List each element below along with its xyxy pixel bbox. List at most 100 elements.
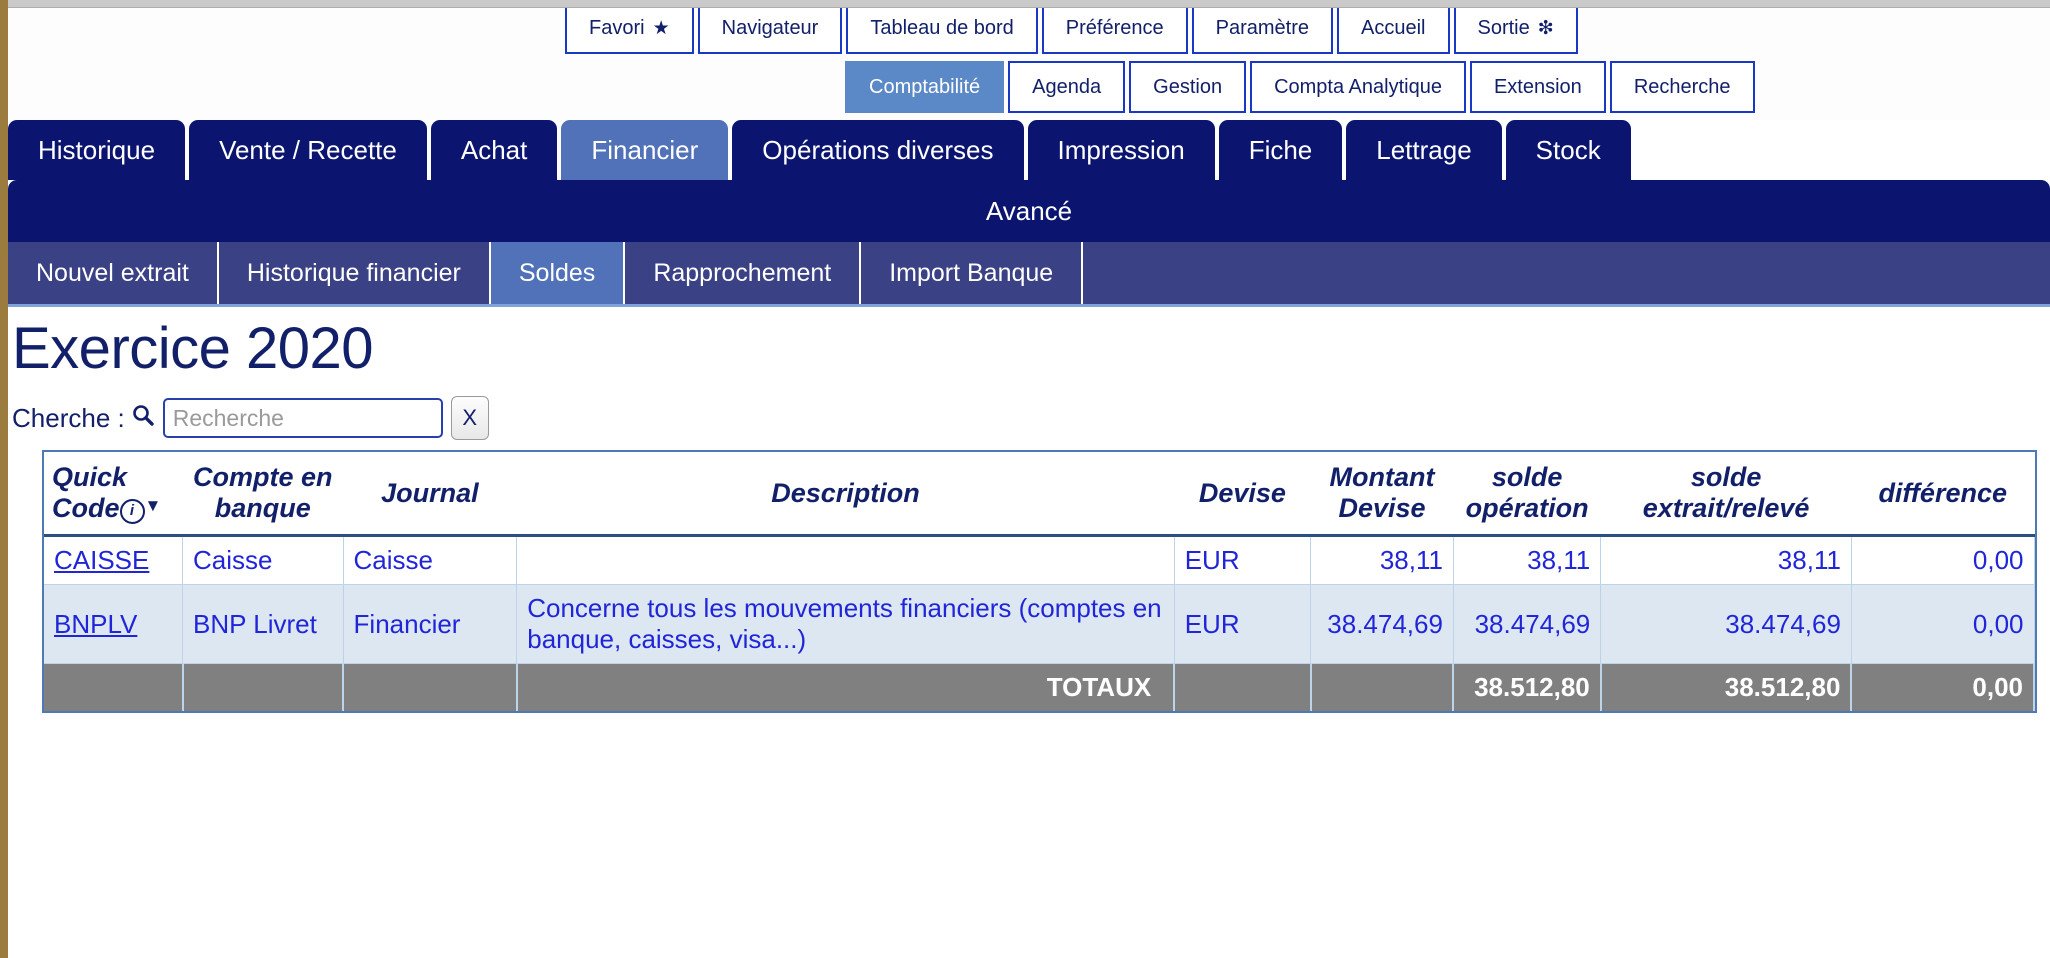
nav-label: Vente / Recette	[219, 134, 397, 165]
top-menu-item-parametre[interactable]: Paramètre	[1191, 2, 1334, 54]
chevron-down-icon[interactable]: ▼	[145, 496, 162, 515]
top-menu-label: Navigateur	[721, 16, 819, 39]
avance-bar[interactable]: Avancé	[8, 180, 2050, 242]
exit-icon: ❇	[1537, 17, 1554, 39]
column-header-label: solde extrait/relevé	[1642, 462, 1810, 523]
totals-label: TOTAUX	[516, 663, 1176, 711]
column-header-label: Montant Devise	[1329, 462, 1435, 523]
table-row[interactable]: BNPLV BNP Livret Financier Concerne tous…	[44, 584, 2035, 664]
column-header-description[interactable]: Description	[516, 452, 1175, 537]
subnav-label: Historique financier	[246, 258, 461, 287]
column-header-label: Devise	[1198, 477, 1286, 508]
subnav-item-historique-financier[interactable]: Historique financier	[218, 242, 491, 304]
cell-devise: EUR	[1174, 584, 1312, 664]
cell-solde-operation: 38.474,69	[1453, 584, 1602, 664]
column-header-quick-code[interactable]: Quick Code i ▼	[44, 452, 183, 537]
top-menu-label: Préférence	[1065, 16, 1164, 39]
info-icon[interactable]: i	[119, 499, 145, 524]
top-menu-item-tableau-de-bord[interactable]: Tableau de bord	[846, 2, 1038, 54]
clear-search-button[interactable]: X	[450, 396, 489, 440]
subnav-item-nouvel-extrait[interactable]: Nouvel extrait	[8, 242, 219, 304]
column-header-compte-en-banque[interactable]: Compte en banque	[182, 452, 344, 537]
window-left-edge	[0, 0, 8, 958]
totals-empty-montant-devise	[1310, 663, 1455, 711]
top-menu-item-accueil[interactable]: Accueil	[1337, 2, 1450, 54]
page-title: Exercice 2020	[12, 316, 374, 381]
top-menu-item-agenda[interactable]: Agenda	[1008, 61, 1126, 113]
column-header-label: Compte en banque	[193, 462, 333, 523]
column-header-label: Journal	[381, 477, 479, 508]
nav-item-financier[interactable]: Financier	[561, 120, 729, 180]
top-menu-label: Sortie	[1477, 16, 1530, 39]
star-icon: ★	[652, 17, 670, 39]
search-bar: Cherche : X	[12, 396, 2050, 440]
cell-montant-devise: 38,11	[1310, 535, 1454, 585]
nav-label: Achat	[460, 134, 528, 165]
column-header-montant-devise[interactable]: Montant Devise	[1310, 452, 1454, 537]
column-header-solde-operation[interactable]: solde opération	[1453, 452, 1601, 537]
table-row[interactable]: CAISSE Caisse Caisse EUR 38,11 38,11 38,…	[44, 535, 2035, 585]
nav-item-stock[interactable]: Stock	[1505, 120, 1631, 180]
search-label: Cherche :	[12, 402, 125, 433]
column-header-journal[interactable]: Journal	[343, 452, 517, 537]
main-navigation-bar: Historique Vente / Recette Achat Financi…	[0, 120, 2050, 180]
column-header-solde-extrait[interactable]: solde extrait/relevé	[1600, 452, 1852, 537]
column-header-devise[interactable]: Devise	[1174, 452, 1311, 537]
column-header-difference[interactable]: différence	[1851, 452, 2034, 537]
nav-item-fiche[interactable]: Fiche	[1218, 120, 1343, 180]
subnav-label: Rapprochement	[653, 258, 832, 287]
subnav-label: Import Banque	[889, 258, 1054, 287]
cell-solde-operation: 38,11	[1453, 535, 1602, 585]
top-menu-item-sortie[interactable]: Sortie ❇	[1453, 2, 1578, 54]
avance-label: Avancé	[985, 195, 1073, 226]
top-menu-item-favori[interactable]: Favori ★	[565, 2, 694, 54]
top-menu-item-gestion[interactable]: Gestion	[1129, 61, 1247, 113]
cell-compte: BNP Livret	[182, 584, 344, 664]
table-totals-row: TOTAUX 38.512,80 38.512,80 0,00	[44, 663, 2035, 711]
cell-quick-code: BNPLV	[44, 584, 184, 664]
totals-difference: 0,00	[1851, 663, 2035, 711]
column-header-label: différence	[1878, 477, 2007, 508]
nav-label: Opérations diverses	[762, 134, 994, 165]
top-menu-item-navigateur[interactable]: Navigateur	[697, 2, 843, 54]
top-menu-item-recherche[interactable]: Recherche	[1609, 61, 1755, 113]
sub-navigation-bar: Nouvel extrait Historique financier Sold…	[8, 242, 2050, 307]
page-content: Exercice 2020 Cherche : X Quick Codei▼	[8, 315, 2050, 713]
top-menu-label: Accueil	[1361, 16, 1426, 39]
nav-label: Impression	[1057, 134, 1185, 165]
nav-item-lettrage[interactable]: Lettrage	[1346, 120, 1502, 180]
nav-label: Financier	[591, 134, 699, 165]
cell-montant-devise: 38.474,69	[1310, 584, 1454, 664]
cell-description: Concerne tous les mouvements financiers …	[516, 584, 1175, 664]
search-input[interactable]	[162, 398, 443, 438]
column-header-label: Description	[771, 477, 920, 508]
quick-code-link[interactable]: CAISSE	[54, 545, 149, 575]
subnav-item-import-banque[interactable]: Import Banque	[861, 242, 1084, 304]
window-top-strip	[0, 0, 2050, 8]
subnav-item-rapprochement[interactable]: Rapprochement	[625, 242, 862, 304]
quick-code-link[interactable]: BNPLV	[54, 609, 137, 639]
nav-label: Stock	[1535, 134, 1601, 165]
top-menu-item-comptabilite[interactable]: Comptabilité	[845, 61, 1005, 113]
top-menu-item-extension[interactable]: Extension	[1469, 61, 1606, 113]
subnav-item-soldes[interactable]: Soldes	[490, 242, 626, 304]
nav-item-vente-recette[interactable]: Vente / Recette	[189, 120, 427, 180]
totals-empty-quick-code	[44, 663, 184, 711]
cell-compte: Caisse	[182, 535, 344, 585]
top-menu-row-secondary: Comptabilité Agenda Gestion Compta Analy…	[845, 61, 1755, 113]
top-menu-label: Compta Analytique	[1274, 75, 1442, 98]
nav-item-achat[interactable]: Achat	[430, 120, 558, 180]
top-menu-item-compta-analytique[interactable]: Compta Analytique	[1250, 61, 1466, 113]
top-menu-item-preference[interactable]: Préférence	[1041, 2, 1188, 54]
nav-label: Fiche	[1248, 134, 1313, 165]
soldes-table: Quick Code i ▼ Compte en banque Journal De…	[44, 452, 2035, 711]
top-menu-label: Gestion	[1153, 75, 1223, 98]
nav-item-impression[interactable]: Impression	[1027, 120, 1215, 180]
top-menu-label: Agenda	[1032, 75, 1102, 98]
nav-label: Lettrage	[1376, 134, 1472, 165]
totals-empty-devise	[1174, 663, 1312, 711]
nav-item-historique[interactable]: Historique	[8, 120, 186, 180]
top-menu-row-primary: Favori ★ Navigateur Tableau de bord Préf…	[565, 2, 1578, 54]
totals-empty-compte	[182, 663, 345, 711]
nav-item-operations-diverses[interactable]: Opérations diverses	[732, 120, 1024, 180]
